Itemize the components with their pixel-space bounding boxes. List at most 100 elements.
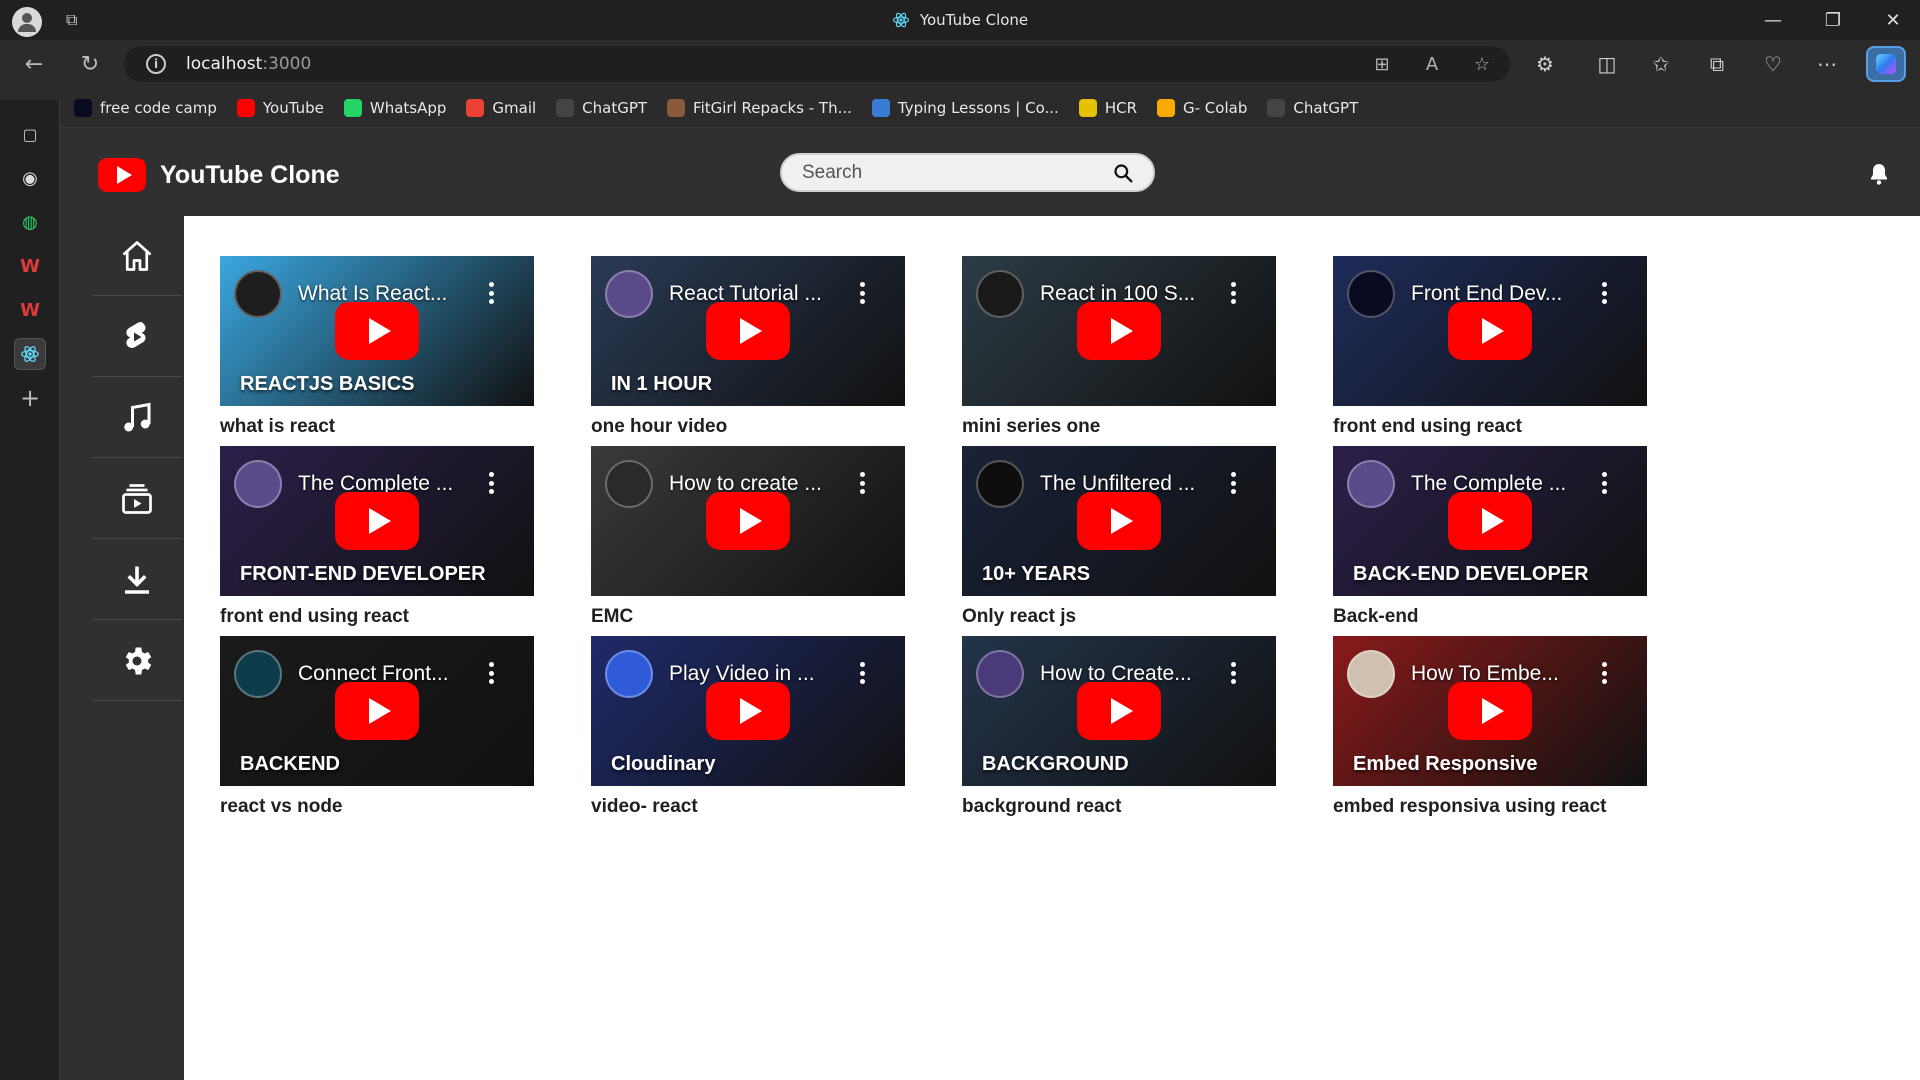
search-input[interactable] bbox=[802, 161, 1102, 184]
sidebar-item-downloads[interactable] bbox=[92, 540, 182, 620]
restore-button[interactable]: ❐ bbox=[1806, 0, 1860, 40]
channel-avatar[interactable] bbox=[605, 650, 653, 698]
video-label[interactable]: embed responsiva using react bbox=[1333, 796, 1647, 818]
video-thumbnail[interactable]: BACK-END DEVELOPER The Complete ... bbox=[1333, 446, 1647, 596]
video-card[interactable]: React in 100 S... mini series one bbox=[962, 256, 1276, 438]
video-label[interactable]: front end using react bbox=[1333, 416, 1647, 438]
play-button-icon[interactable] bbox=[706, 492, 790, 550]
split-screen-icon[interactable]: ◫ bbox=[1592, 50, 1622, 78]
channel-avatar[interactable] bbox=[976, 460, 1024, 508]
play-button-icon[interactable] bbox=[1077, 492, 1161, 550]
more-options-icon[interactable] bbox=[859, 472, 865, 494]
video-card[interactable]: Front End Dev... front end using react bbox=[1333, 256, 1647, 438]
video-card[interactable]: BACKGROUND How to Create... background rea… bbox=[962, 636, 1276, 818]
video-card[interactable]: IN 1 HOUR React Tutorial ... one hour vide… bbox=[591, 256, 905, 438]
more-options-icon[interactable] bbox=[1601, 472, 1607, 494]
video-label[interactable]: Only react js bbox=[962, 606, 1276, 628]
channel-avatar[interactable] bbox=[976, 650, 1024, 698]
add-sidebar-icon[interactable]: + bbox=[14, 382, 46, 414]
video-label[interactable]: video- react bbox=[591, 796, 905, 818]
favorite-star-icon[interactable]: ☆ bbox=[1468, 52, 1496, 76]
play-button-icon[interactable] bbox=[706, 682, 790, 740]
app-available-icon[interactable]: ⊞ bbox=[1368, 52, 1396, 76]
whatsapp-icon[interactable]: ◍ bbox=[14, 206, 46, 238]
more-options-icon[interactable] bbox=[1230, 472, 1236, 494]
refresh-button[interactable]: ↻ bbox=[74, 50, 106, 78]
play-button-icon[interactable] bbox=[1077, 682, 1161, 740]
video-thumbnail[interactable]: BACKGROUND How to Create... bbox=[962, 636, 1276, 786]
play-button-icon[interactable] bbox=[1448, 492, 1532, 550]
video-thumbnail[interactable]: FRONT-END DEVELOPER The Complete ... bbox=[220, 446, 534, 596]
bookmark-item[interactable]: Typing Lessons | Co... bbox=[871, 98, 1059, 117]
video-card[interactable]: Cloudinary Play Video in ... video- react bbox=[591, 636, 905, 818]
channel-avatar[interactable] bbox=[1347, 460, 1395, 508]
play-button-icon[interactable] bbox=[1448, 302, 1532, 360]
video-thumbnail[interactable]: IN 1 HOUR React Tutorial ... bbox=[591, 256, 905, 406]
minimize-button[interactable]: — bbox=[1746, 0, 1800, 40]
more-options-icon[interactable] bbox=[1601, 282, 1607, 304]
bookmark-item[interactable]: FitGirl Repacks - Th... bbox=[667, 98, 852, 117]
video-thumbnail[interactable]: How to create ... bbox=[591, 446, 905, 596]
channel-avatar[interactable] bbox=[976, 270, 1024, 318]
bookmark-item[interactable]: ChatGPT bbox=[556, 98, 647, 117]
video-label[interactable]: front end using react bbox=[220, 606, 534, 628]
play-button-icon[interactable] bbox=[1448, 682, 1532, 740]
more-options-icon[interactable] bbox=[488, 282, 494, 304]
video-card[interactable]: How to create ... EMC bbox=[591, 446, 905, 628]
video-card[interactable]: Embed Responsive How To Embe... embed resp… bbox=[1333, 636, 1647, 818]
channel-avatar[interactable] bbox=[605, 460, 653, 508]
video-thumbnail[interactable]: 10+ YEARS The Unfiltered ... bbox=[962, 446, 1276, 596]
more-options-icon[interactable] bbox=[1230, 662, 1236, 684]
channel-avatar[interactable] bbox=[1347, 650, 1395, 698]
search-icon[interactable] bbox=[1113, 163, 1133, 183]
back-button[interactable]: ← bbox=[18, 50, 50, 78]
more-menu-icon[interactable]: ⋯ bbox=[1812, 50, 1842, 78]
play-button-icon[interactable] bbox=[335, 302, 419, 360]
video-label[interactable]: what is react bbox=[220, 416, 534, 438]
video-label[interactable]: react vs node bbox=[220, 796, 534, 818]
tabs-panel-icon[interactable]: ▢ bbox=[14, 118, 46, 150]
close-button[interactable]: ✕ bbox=[1866, 0, 1920, 40]
brand-logo[interactable]: YouTube Clone bbox=[98, 158, 340, 192]
bookmark-item[interactable]: HCR bbox=[1078, 98, 1137, 117]
more-options-icon[interactable] bbox=[488, 472, 494, 494]
video-card[interactable]: BACKEND Connect Front... react vs node bbox=[220, 636, 534, 818]
channel-avatar[interactable] bbox=[1347, 270, 1395, 318]
github-icon[interactable]: ◉ bbox=[14, 162, 46, 194]
bookmark-item[interactable]: ChatGPT bbox=[1267, 98, 1358, 117]
more-options-icon[interactable] bbox=[859, 662, 865, 684]
video-label[interactable]: EMC bbox=[591, 606, 905, 628]
video-card[interactable]: FRONT-END DEVELOPER The Complete ... front… bbox=[220, 446, 534, 628]
more-options-icon[interactable] bbox=[488, 662, 494, 684]
video-thumbnail[interactable]: BACKEND Connect Front... bbox=[220, 636, 534, 786]
video-label[interactable]: Back-end bbox=[1333, 606, 1647, 628]
more-options-icon[interactable] bbox=[1230, 282, 1236, 304]
browser-essentials-icon[interactable]: ♡ bbox=[1758, 50, 1788, 78]
bookmark-item[interactable]: free code camp bbox=[74, 98, 217, 117]
read-aloud-icon[interactable]: A bbox=[1418, 52, 1446, 76]
sidebar-item-settings[interactable] bbox=[92, 621, 182, 701]
video-card[interactable]: REACTJS BASICS What Is React... what is re… bbox=[220, 256, 534, 438]
extensions-icon[interactable]: ⚙ bbox=[1530, 50, 1560, 78]
video-label[interactable]: background react bbox=[962, 796, 1276, 818]
wps-icon[interactable]: W bbox=[14, 294, 46, 326]
play-button-icon[interactable] bbox=[1077, 302, 1161, 360]
video-label[interactable]: mini series one bbox=[962, 416, 1276, 438]
bookmark-item[interactable]: Gmail bbox=[466, 98, 536, 117]
channel-avatar[interactable] bbox=[234, 650, 282, 698]
play-button-icon[interactable] bbox=[335, 682, 419, 740]
more-options-icon[interactable] bbox=[1601, 662, 1607, 684]
video-thumbnail[interactable]: REACTJS BASICS What Is React... bbox=[220, 256, 534, 406]
video-thumbnail[interactable]: Front End Dev... bbox=[1333, 256, 1647, 406]
video-card[interactable]: 10+ YEARS The Unfiltered ... Only react js bbox=[962, 446, 1276, 628]
bookmark-item[interactable]: G- Colab bbox=[1157, 98, 1247, 117]
react-app-icon[interactable] bbox=[14, 338, 46, 370]
site-info-icon[interactable]: i bbox=[146, 54, 166, 74]
more-options-icon[interactable] bbox=[859, 282, 865, 304]
video-thumbnail[interactable]: Embed Responsive How To Embe... bbox=[1333, 636, 1647, 786]
sidebar-item-music[interactable] bbox=[92, 378, 182, 458]
channel-avatar[interactable] bbox=[605, 270, 653, 318]
video-card[interactable]: BACK-END DEVELOPER The Complete ... Back-e… bbox=[1333, 446, 1647, 628]
channel-avatar[interactable] bbox=[234, 460, 282, 508]
video-thumbnail[interactable]: Cloudinary Play Video in ... bbox=[591, 636, 905, 786]
